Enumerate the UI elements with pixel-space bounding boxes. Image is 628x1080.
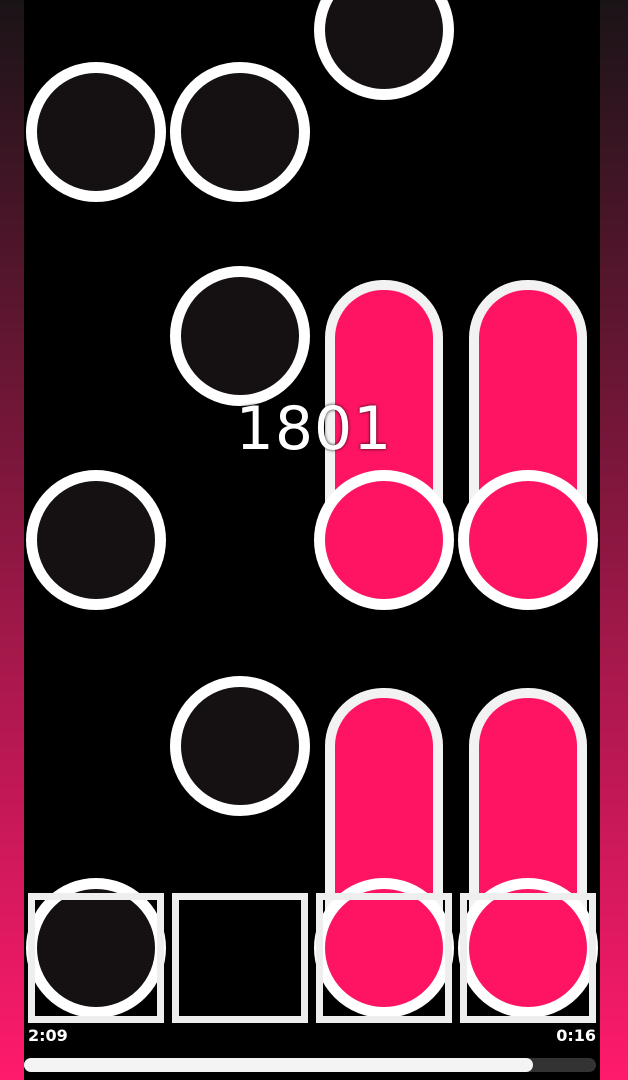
- left-side-bar: [0, 0, 24, 1080]
- tap-note: [26, 470, 166, 610]
- tap-note: [170, 62, 310, 202]
- hold-note-head: [314, 470, 454, 610]
- tap-note: [26, 62, 166, 202]
- tap-note: [170, 266, 310, 406]
- right-side-bar: [600, 0, 628, 1080]
- tap-note: [170, 676, 310, 816]
- hold-note-head: [458, 470, 598, 610]
- score-counter: 1801: [235, 394, 393, 464]
- time-remaining: 0:16: [556, 1026, 596, 1045]
- lane-2-receptor[interactable]: [172, 893, 308, 1023]
- song-progress-fill: [24, 1058, 534, 1072]
- song-progress-bar: [24, 1058, 596, 1072]
- time-elapsed: 2:09: [28, 1026, 68, 1045]
- lane-3-receptor[interactable]: [316, 893, 452, 1023]
- lane-4-receptor[interactable]: [460, 893, 596, 1023]
- lane-1-receptor[interactable]: [28, 893, 164, 1023]
